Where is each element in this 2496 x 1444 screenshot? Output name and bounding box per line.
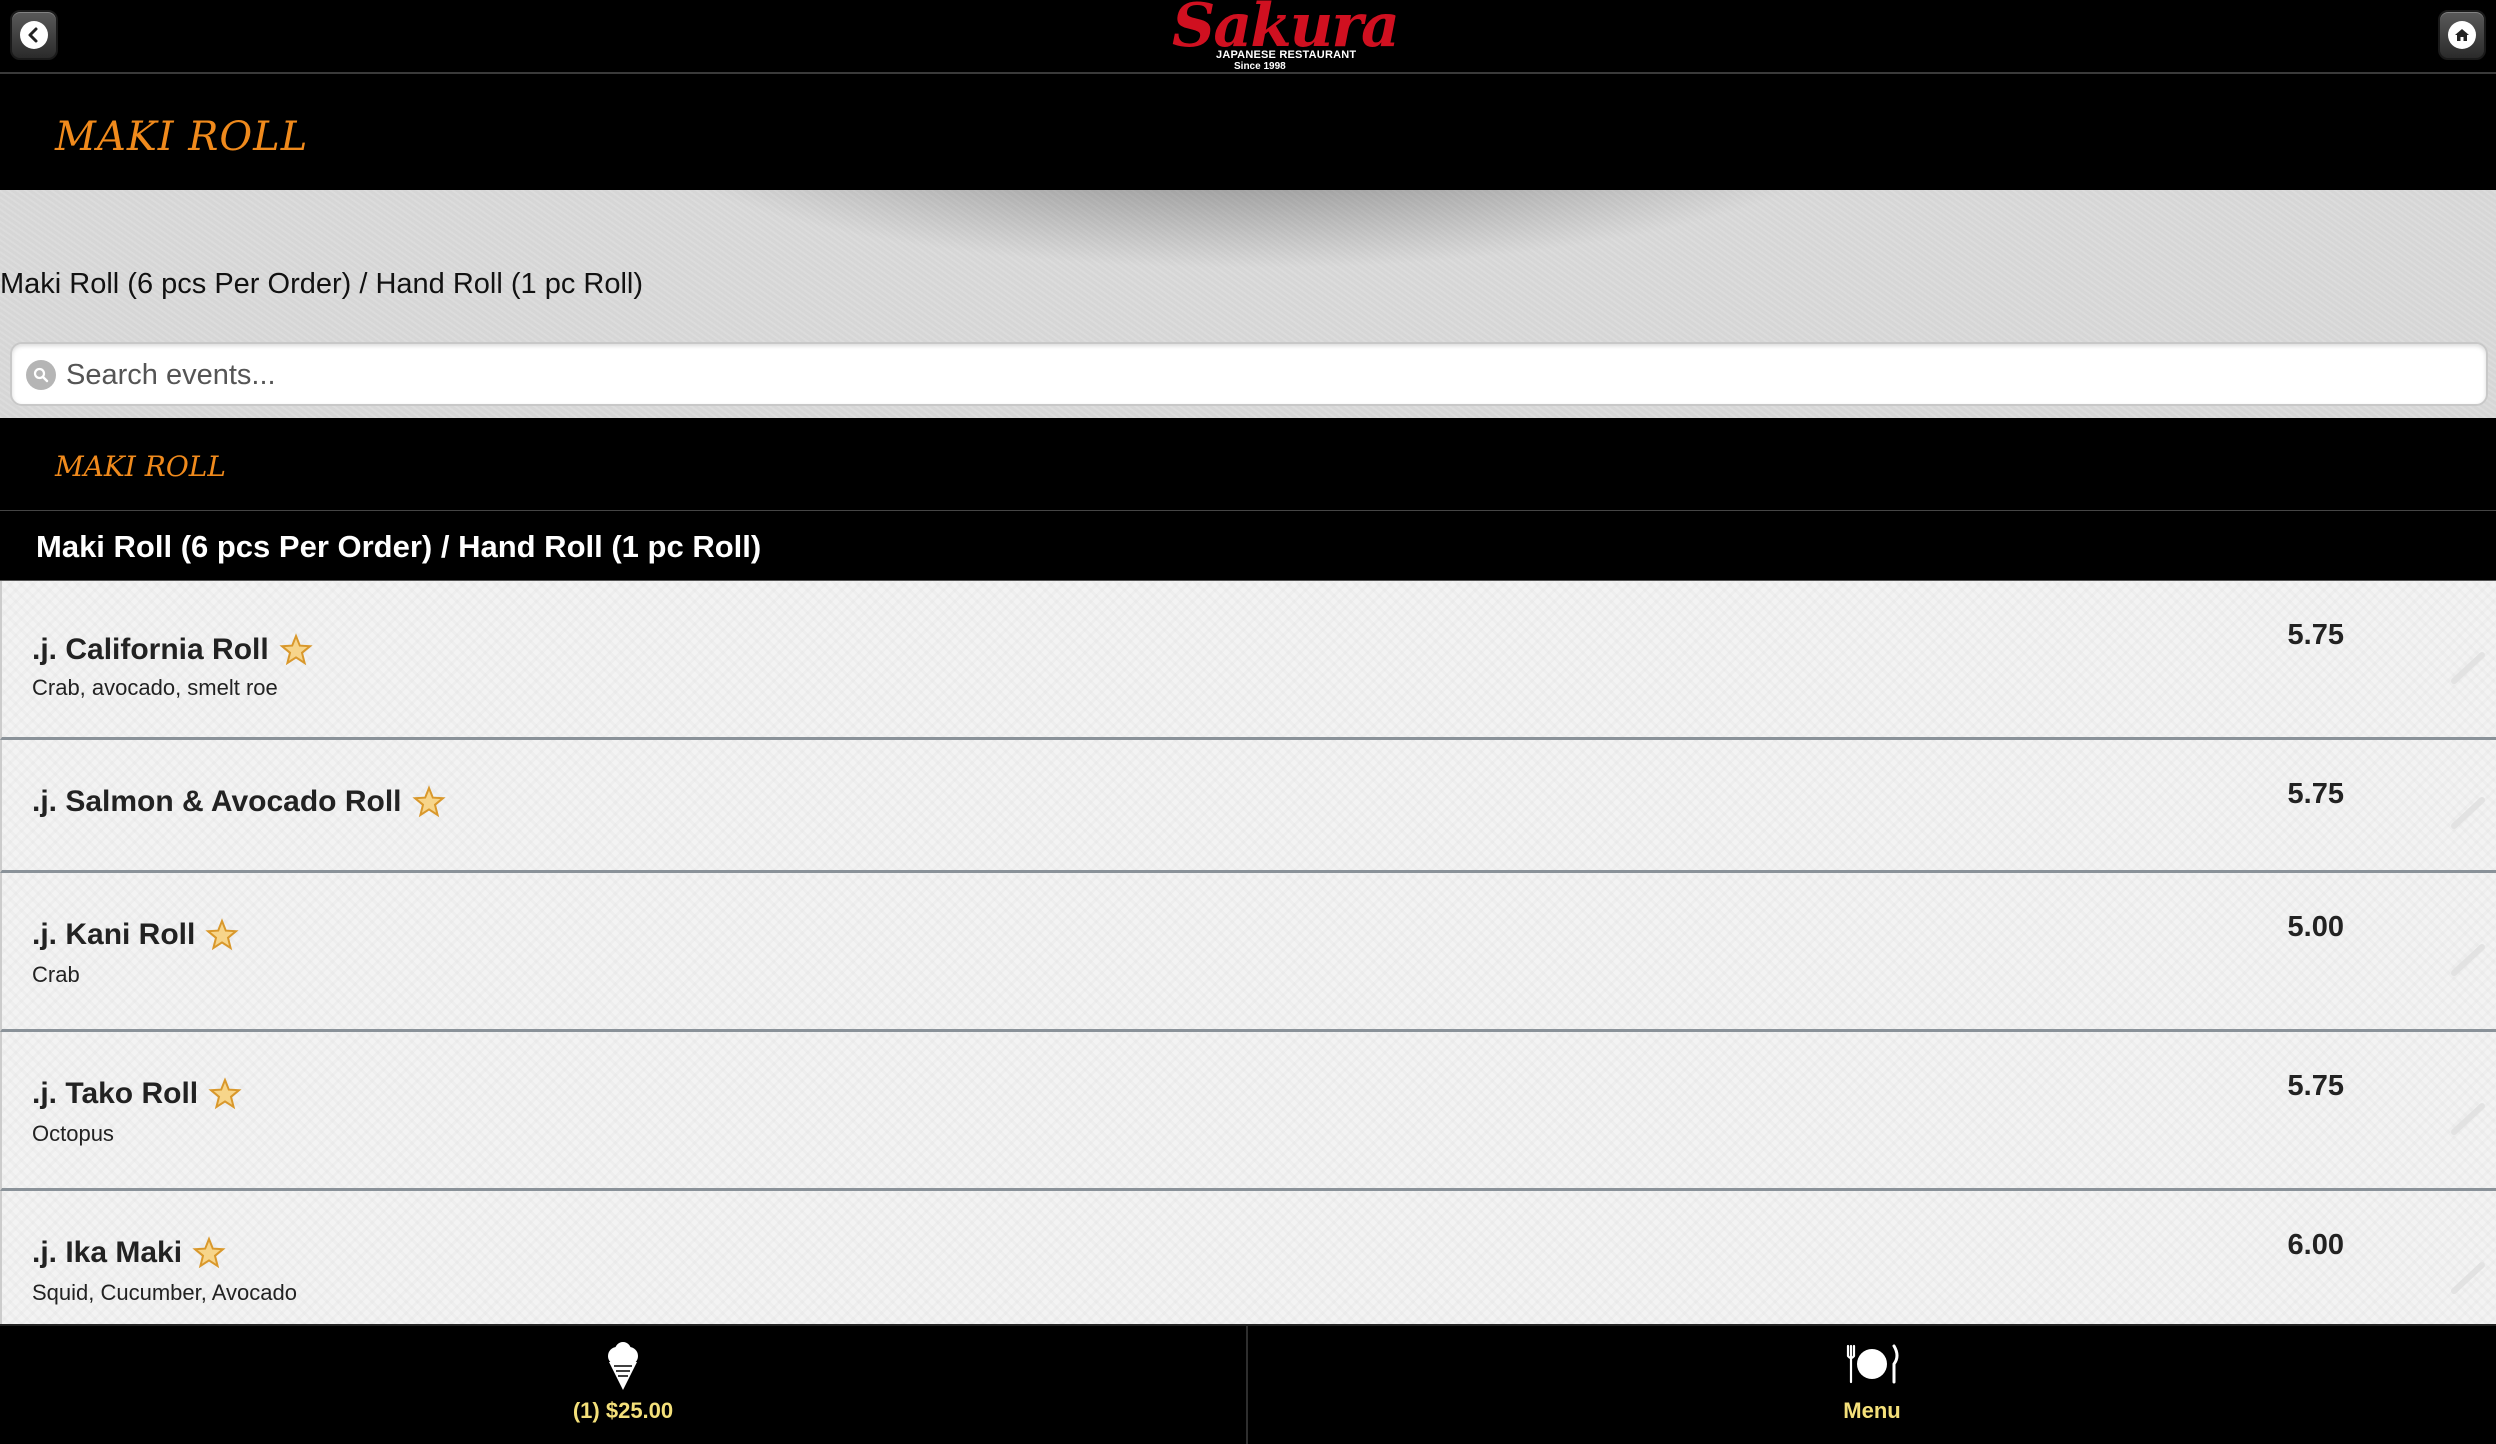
home-button[interactable] xyxy=(2438,10,2486,60)
item-price: 5.00 xyxy=(2287,911,2344,943)
item-description: Crab, avocado, smelt roe xyxy=(32,675,278,700)
star-icon xyxy=(205,918,239,951)
section-title: MAKI ROLL xyxy=(55,450,226,483)
item-name: .j. Kani Roll xyxy=(32,918,196,951)
star-icon xyxy=(208,1077,242,1110)
back-button[interactable] xyxy=(10,10,58,60)
menu-item[interactable]: .j. California Roll Crab, avocado, smelt… xyxy=(0,581,2496,740)
chevron-right-icon xyxy=(2451,797,2485,829)
item-price: 5.75 xyxy=(2287,619,2344,651)
chevron-left-icon xyxy=(20,21,48,49)
menu-item[interactable]: .j. Ika Maki Squid, Cucumber, Avocado 6.… xyxy=(0,1191,2496,1341)
chevron-right-icon xyxy=(2451,944,2485,976)
cart-total-label: (1) $25.00 xyxy=(572,1398,674,1423)
search-icon xyxy=(26,360,56,390)
item-price: 6.00 xyxy=(2287,1229,2344,1261)
page-title: MAKI ROLL xyxy=(55,114,309,160)
bottom-tab-bar: (1) $25.00 Menu xyxy=(0,1324,2496,1444)
menu-tab-label: Menu xyxy=(1843,1398,1901,1423)
star-icon xyxy=(192,1236,226,1269)
item-name: .j. Ika Maki xyxy=(32,1236,183,1269)
chevron-right-icon xyxy=(2451,652,2485,684)
chevron-right-icon xyxy=(2451,1103,2485,1135)
item-price: 5.75 xyxy=(2287,1070,2344,1102)
star-icon xyxy=(279,633,313,666)
section-header: MAKI ROLL xyxy=(0,418,2496,511)
item-name: .j. Salmon & Avocado Roll xyxy=(32,785,402,818)
page-subtitle: Maki Roll (6 pcs Per Order) / Hand Roll … xyxy=(0,268,644,300)
restaurant-logo: Sakura JAPANESE RESTAURANT Since 1998 xyxy=(1172,0,1400,72)
item-name: .j. Tako Roll xyxy=(32,1077,199,1110)
star-icon xyxy=(411,785,446,818)
menu-item-list: .j. California Roll Crab, avocado, smelt… xyxy=(0,581,2496,1341)
category-header: Maki Roll (6 pcs Per Order) / Hand Roll … xyxy=(0,511,2496,581)
menu-item[interactable]: .j. Kani Roll Crab 5.00 xyxy=(0,873,2496,1032)
chevron-right-icon xyxy=(2451,1262,2485,1294)
item-description: Squid, Cucumber, Avocado xyxy=(32,1280,297,1305)
item-description: Crab xyxy=(32,962,80,987)
tab-cart[interactable]: (1) $25.00 xyxy=(0,1326,1248,1444)
search-bar xyxy=(10,342,2488,406)
ice-cream-icon xyxy=(608,1342,638,1390)
page-header: MAKI ROLL xyxy=(0,74,2496,190)
item-name: .j. California Roll xyxy=(32,633,269,666)
top-bar: Sakura JAPANESE RESTAURANT Since 1998 xyxy=(0,0,2496,74)
menu-item[interactable]: .j. Tako Roll Octopus 5.75 xyxy=(0,1032,2496,1191)
tab-menu[interactable]: Menu xyxy=(1248,1326,2496,1444)
item-description: Octopus xyxy=(32,1121,114,1146)
home-icon xyxy=(2448,21,2476,49)
plate-fork-knife-icon xyxy=(1846,1344,1899,1384)
menu-item[interactable]: .j. Salmon & Avocado Roll 5.75 xyxy=(0,740,2496,873)
item-price: 5.75 xyxy=(2287,778,2344,810)
search-input[interactable] xyxy=(64,352,2468,398)
category-title: Maki Roll (6 pcs Per Order) / Hand Roll … xyxy=(36,529,762,564)
